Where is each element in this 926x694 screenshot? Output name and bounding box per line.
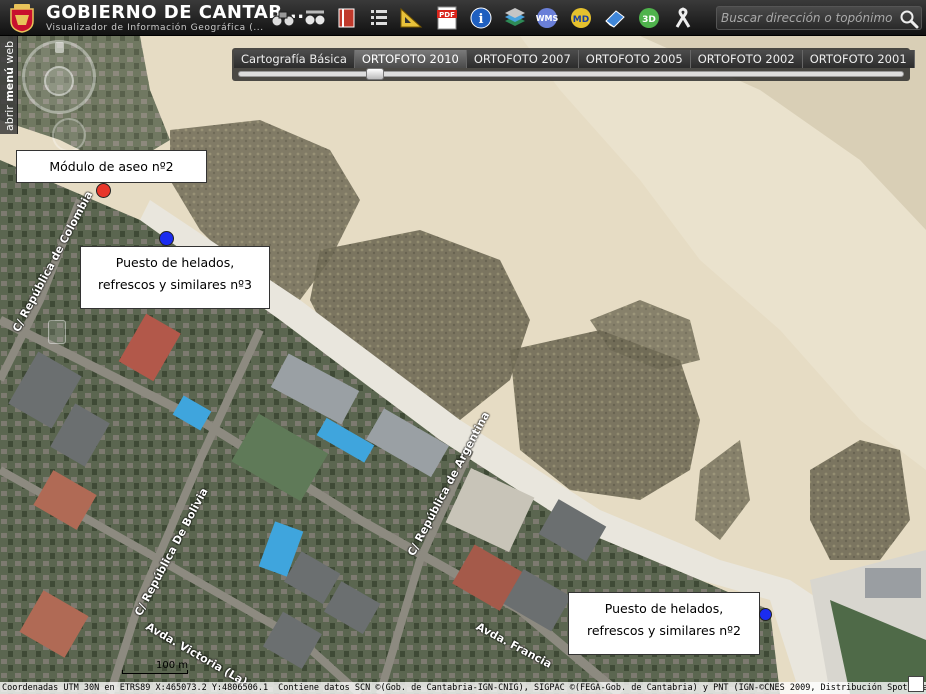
- scale-bar: 100 m: [122, 660, 188, 674]
- layer-tabs: Cartografía Básica ORTOFOTO 2010 ORTOFOT…: [234, 50, 915, 68]
- pdf-icon[interactable]: PDF: [434, 5, 460, 31]
- svg-text:i: i: [479, 12, 484, 27]
- tab-ortofoto-2007[interactable]: ORTOFOTO 2007: [466, 50, 579, 68]
- svg-text:3D: 3D: [642, 15, 656, 25]
- svg-text:PDF: PDF: [439, 11, 455, 19]
- data-credits: Contiene datos SCN ©(Gob. de Cantabria-I…: [278, 683, 926, 693]
- header-bar: GOBIERNO DE CANTAB... Visualizador de In…: [0, 0, 926, 36]
- ruler-triangle-icon[interactable]: [398, 5, 424, 31]
- marker-puesto-helados-3[interactable]: [159, 231, 174, 246]
- coordinates-readout: Coordenadas UTM 30N en ETRS89 X:465073.2…: [2, 683, 269, 693]
- expand-corner-icon[interactable]: [908, 676, 924, 692]
- md-icon[interactable]: MD: [568, 5, 594, 31]
- zoom-control[interactable]: [52, 118, 86, 152]
- label-puesto-helados-2: Puesto de helados, refrescos y similares…: [568, 592, 760, 655]
- svg-text:MD: MD: [573, 15, 589, 25]
- list-icon[interactable]: [366, 5, 392, 31]
- binoculars-alt-icon[interactable]: [302, 5, 328, 31]
- search-icon[interactable]: [899, 9, 919, 29]
- label-modulo-aseo: Módulo de aseo nº2: [16, 150, 207, 183]
- layers-icon[interactable]: [502, 5, 528, 31]
- layer-switcher: Cartografía Básica ORTOFOTO 2010 ORTOFOT…: [232, 48, 915, 81]
- eraser-icon[interactable]: [602, 5, 628, 31]
- marker-modulo-aseo[interactable]: [96, 183, 111, 198]
- tab-ortofoto-2001[interactable]: ORTOFOTO 2001: [802, 50, 915, 68]
- tab-ortofoto-2005[interactable]: ORTOFOTO 2005: [578, 50, 691, 68]
- ribbon-icon[interactable]: [670, 5, 696, 31]
- opacity-slider-track[interactable]: [238, 71, 904, 77]
- compass-icon[interactable]: [44, 66, 74, 96]
- wms-icon[interactable]: WMS: [534, 5, 560, 31]
- footer-bar: Coordenadas UTM 30N en ETRS89 X:465073.2…: [0, 682, 926, 694]
- marker-puesto-helados-2[interactable]: [759, 608, 772, 621]
- orthophoto-layer: [0, 0, 926, 694]
- side-menu-label: abrir menú web: [3, 40, 16, 131]
- open-web-menu-button[interactable]: abrir menú web: [0, 36, 18, 134]
- map-canvas[interactable]: [0, 0, 926, 694]
- binoculars-icon[interactable]: [270, 5, 296, 31]
- north-knob-icon[interactable]: [55, 42, 64, 53]
- label-puesto-helados-3: Puesto de helados, refrescos y similares…: [80, 246, 270, 309]
- app-subtitle: Visualizador de Información Geográfica (…: [46, 23, 264, 33]
- info-icon[interactable]: i: [468, 5, 494, 31]
- app-title: GOBIERNO DE CANTAB...: [46, 2, 305, 23]
- opacity-slider-thumb[interactable]: [366, 68, 384, 80]
- 3d-icon[interactable]: 3D: [636, 5, 662, 31]
- book-icon[interactable]: [334, 5, 360, 31]
- search-input[interactable]: [719, 8, 899, 28]
- tab-ortofoto-2010[interactable]: ORTOFOTO 2010: [354, 50, 467, 68]
- search-box: [716, 6, 922, 30]
- scale-line: [122, 670, 188, 674]
- cantabria-logo: [10, 4, 34, 33]
- svg-text:WMS: WMS: [536, 14, 559, 23]
- tab-cartografia-basica[interactable]: Cartografía Básica: [234, 50, 355, 68]
- tab-ortofoto-2002[interactable]: ORTOFOTO 2002: [690, 50, 803, 68]
- zoom-slider-handle[interactable]: [48, 320, 66, 344]
